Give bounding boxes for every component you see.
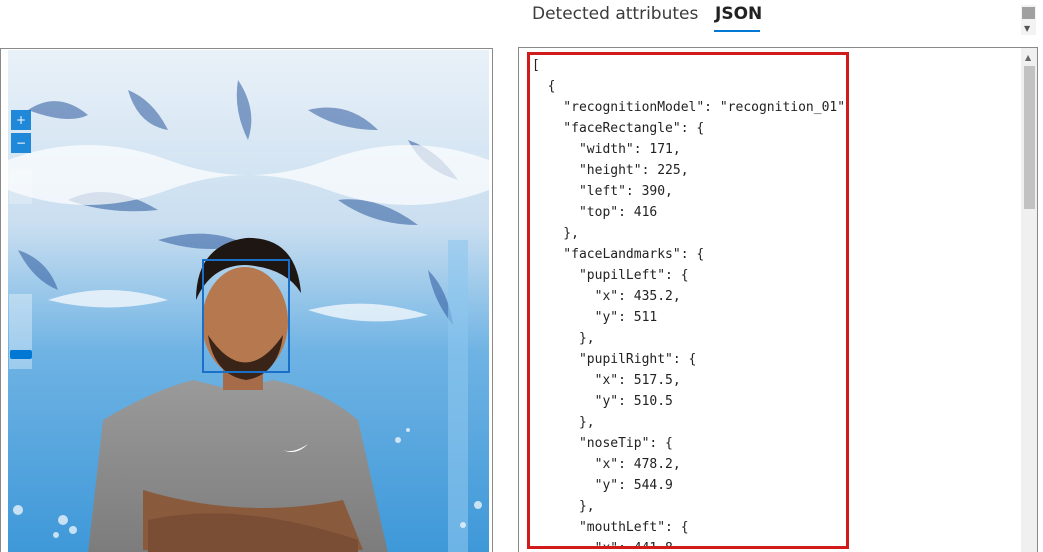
page-scrollbar-thumb[interactable] xyxy=(1022,7,1035,19)
json-line: { xyxy=(532,79,556,94)
scroll-up-arrow-icon[interactable]: ▲ xyxy=(1025,53,1031,62)
json-line: "y": 511 xyxy=(532,310,658,325)
image-viewer: + − xyxy=(0,48,493,552)
json-line: [ xyxy=(532,58,540,73)
json-line: "top": 416 xyxy=(532,205,658,220)
json-line: }, xyxy=(532,415,595,430)
json-line: }, xyxy=(532,499,595,514)
json-line: "faceRectangle": { xyxy=(532,121,705,136)
json-line: "mouthLeft": { xyxy=(532,520,689,535)
zoom-control-background xyxy=(9,169,32,204)
zoom-in-button[interactable]: + xyxy=(11,110,31,130)
json-line: "pupilRight": { xyxy=(532,352,697,367)
zoom-out-button[interactable]: − xyxy=(11,133,31,153)
json-line: }, xyxy=(532,226,579,241)
json-line: "y": 544.9 xyxy=(532,478,673,493)
json-line: "x": 517.5, xyxy=(532,373,681,388)
face-photo xyxy=(8,50,489,552)
json-line: "y": 510.5 xyxy=(532,394,673,409)
page-scrollbar[interactable]: ▼ xyxy=(1021,5,1036,35)
json-scrollbar[interactable]: ▲ xyxy=(1021,48,1037,552)
json-line: "faceLandmarks": { xyxy=(532,247,705,262)
json-line: "width": 171, xyxy=(532,142,681,157)
json-line: "recognitionModel": "recognition_01", xyxy=(532,100,849,115)
scroll-down-arrow-icon[interactable]: ▼ xyxy=(1024,24,1030,33)
json-output-panel: [ { "recognitionModel": "recognition_01"… xyxy=(518,47,1038,552)
json-line: "x": 441.8, xyxy=(532,541,681,549)
json-line: "x": 478.2, xyxy=(532,457,681,472)
json-line: "left": 390, xyxy=(532,184,673,199)
json-line: "noseTip": { xyxy=(532,436,673,451)
json-highlight-box: [ { "recognitionModel": "recognition_01"… xyxy=(527,52,849,549)
json-line: "x": 435.2, xyxy=(532,289,681,304)
json-line: "pupilLeft": { xyxy=(532,268,689,283)
result-tabs: Detected attributes JSON xyxy=(520,0,980,34)
zoom-slider-handle[interactable] xyxy=(10,350,32,359)
tab-json[interactable]: JSON xyxy=(715,4,762,24)
json-scrollbar-thumb[interactable] xyxy=(1024,66,1035,209)
active-tab-indicator xyxy=(714,30,760,32)
json-line: "height": 225, xyxy=(532,163,689,178)
tab-detected-attributes[interactable]: Detected attributes xyxy=(532,4,698,24)
json-line: }, xyxy=(532,331,595,346)
